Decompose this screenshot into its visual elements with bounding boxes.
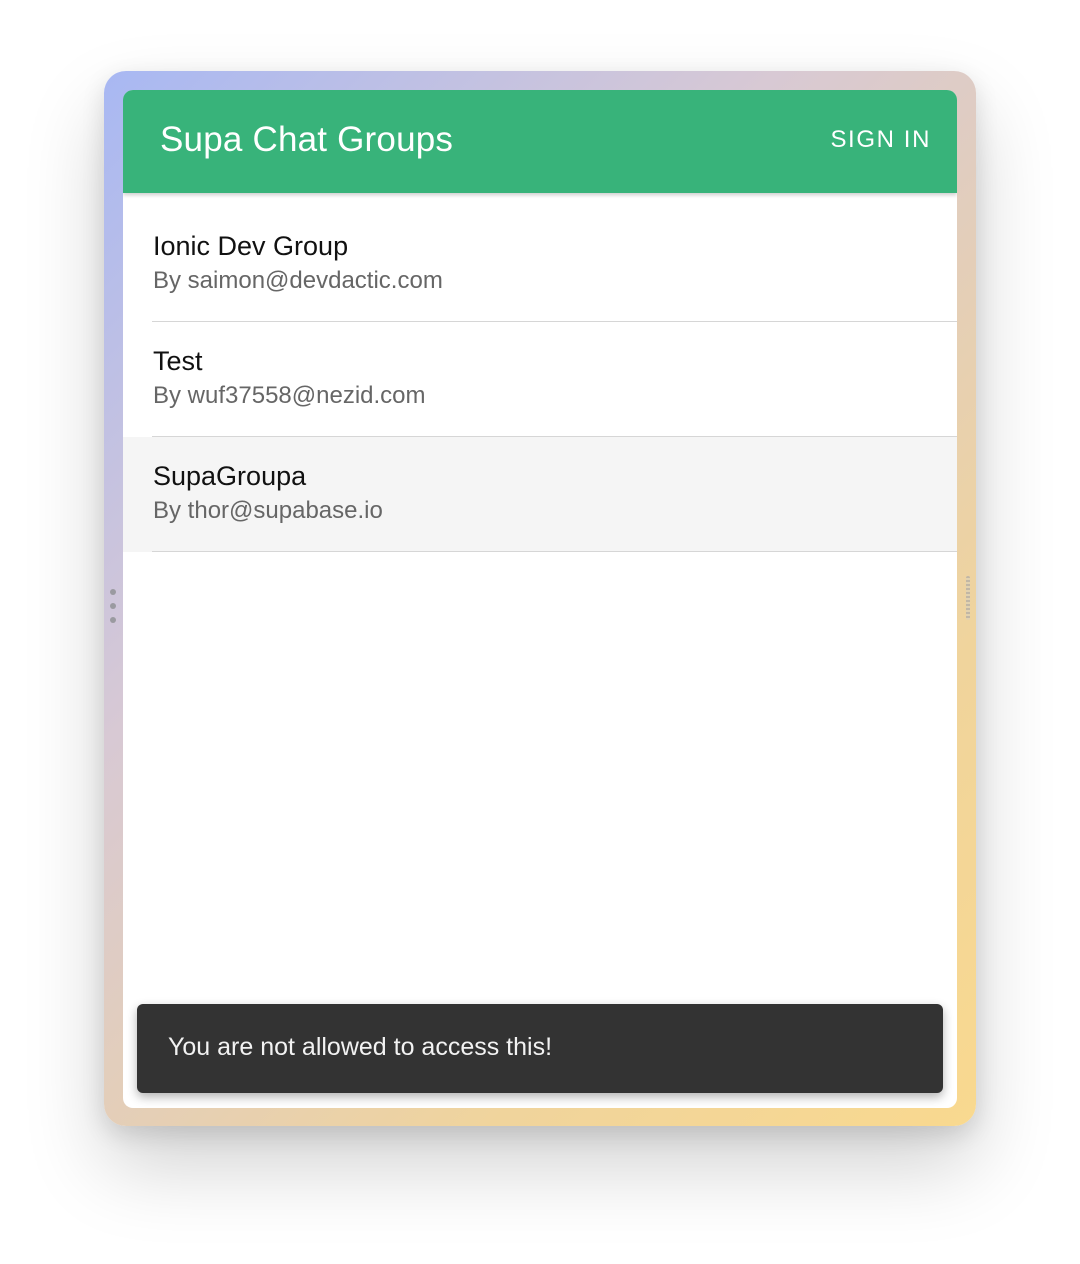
toolbar: Supa Chat Groups SIGN IN <box>123 90 957 193</box>
list-item-text: Ionic Dev Group By saimon@devdactic.com <box>153 229 443 297</box>
side-button-dot <box>110 589 116 595</box>
app-screen: Supa Chat Groups SIGN IN Ionic Dev Group… <box>123 90 957 1108</box>
list-item-group[interactable]: Ionic Dev Group By saimon@devdactic.com <box>123 207 957 322</box>
group-title: Ionic Dev Group <box>153 231 349 261</box>
list-item-group[interactable]: SupaGroupa By thor@supabase.io <box>123 437 957 552</box>
group-creator: By saimon@devdactic.com <box>153 267 443 294</box>
side-button-dot <box>110 603 116 609</box>
groups-list: Ionic Dev Group By saimon@devdactic.com … <box>123 207 957 552</box>
sign-in-button[interactable]: SIGN IN <box>830 126 931 154</box>
list-item-text: Test By wuf37558@nezid.com <box>153 344 426 412</box>
group-title: Test <box>153 346 203 376</box>
side-grip <box>966 576 970 620</box>
side-button-dot <box>110 617 116 623</box>
list-item-group[interactable]: Test By wuf37558@nezid.com <box>123 322 957 437</box>
device-frame: Supa Chat Groups SIGN IN Ionic Dev Group… <box>104 71 976 1126</box>
page-title: Supa Chat Groups <box>160 120 454 159</box>
divider <box>152 551 957 552</box>
toast-message: You are not allowed to access this! <box>168 1033 553 1061</box>
toast-notification: You are not allowed to access this! <box>137 1004 943 1093</box>
group-title: SupaGroupa <box>153 461 307 491</box>
side-buttons <box>110 589 118 631</box>
list-item-text: SupaGroupa By thor@supabase.io <box>153 459 383 527</box>
group-creator: By wuf37558@nezid.com <box>153 382 426 409</box>
group-creator: By thor@supabase.io <box>153 497 383 524</box>
